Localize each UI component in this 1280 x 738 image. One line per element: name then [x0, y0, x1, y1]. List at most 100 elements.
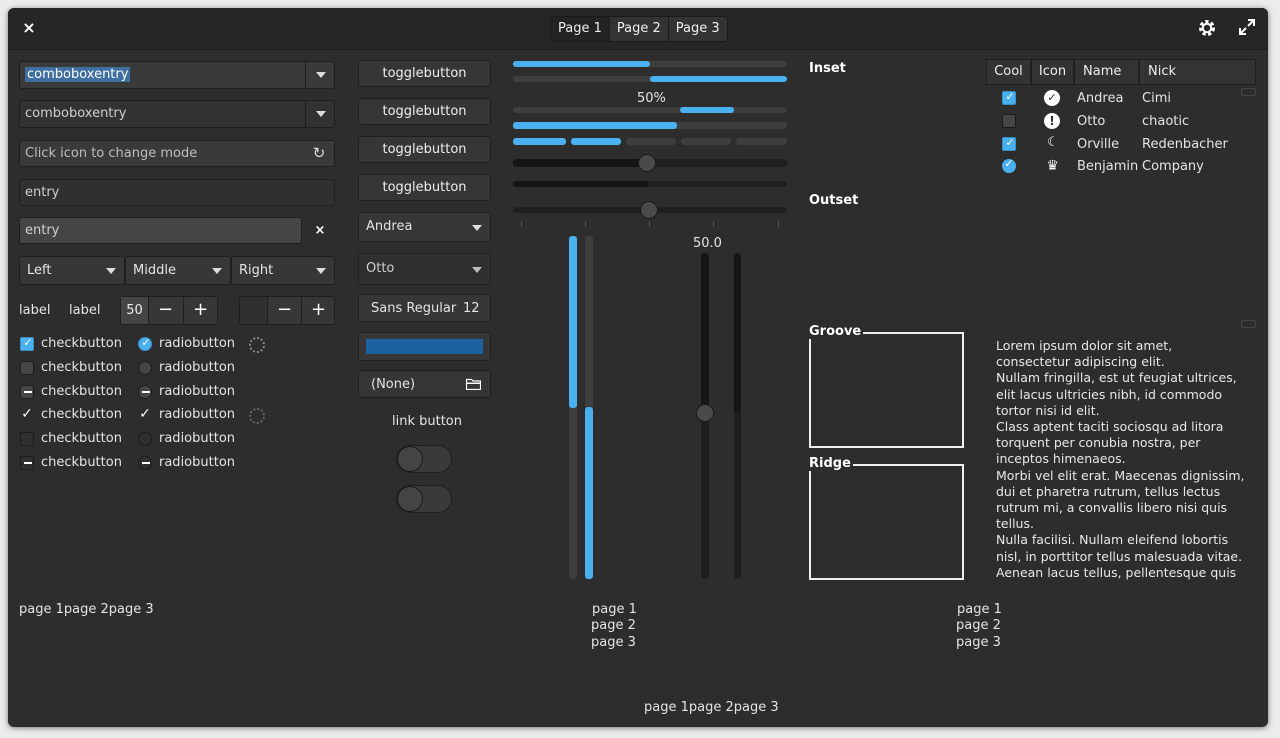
- scale-2-fill: [513, 181, 648, 187]
- check-circle-icon: ✓: [1044, 90, 1060, 106]
- switch-2-knob: [397, 486, 423, 512]
- togglebutton-2[interactable]: togglebutton: [358, 98, 491, 125]
- combobox-2-dropdown[interactable]: [305, 100, 335, 128]
- radiobutton-6-circle[interactable]: [138, 456, 152, 470]
- combo-left[interactable]: Left: [19, 256, 125, 285]
- checkbutton-1-label[interactable]: checkbutton: [41, 336, 122, 351]
- spinbutton-1-value[interactable]: 50: [121, 297, 148, 324]
- togglebutton-4[interactable]: togglebutton: [358, 174, 491, 201]
- switch-1-knob: [397, 446, 423, 472]
- row-4-nick: Company: [1142, 159, 1204, 174]
- scale-3-knob[interactable]: [640, 201, 658, 219]
- vertical-progress-2-fill: [585, 407, 593, 579]
- spinbutton-1[interactable]: 50 − +: [120, 296, 218, 325]
- check-icon: ✓: [1005, 90, 1015, 103]
- checkbutton-1-box[interactable]: ✓: [20, 336, 34, 351]
- chevron-down-icon: [472, 225, 482, 231]
- check-icon: ✓: [1005, 136, 1015, 149]
- link-button[interactable]: link button: [392, 414, 462, 429]
- checkbutton-2-label[interactable]: checkbutton: [41, 360, 122, 375]
- radiobutton-1-circle[interactable]: ✓: [138, 336, 152, 351]
- check-icon: ✓: [141, 336, 151, 349]
- combobox-entry-2-text: comboboxentry: [25, 106, 127, 121]
- checkbutton-5-box[interactable]: [20, 432, 34, 446]
- spinbutton-1-plus[interactable]: +: [183, 297, 217, 324]
- switch-2[interactable]: [396, 485, 452, 513]
- file-chooser-button[interactable]: (None): [358, 370, 491, 398]
- entry-1[interactable]: entry: [19, 179, 335, 206]
- row-4-cool-checkbox[interactable]: ✓: [1002, 157, 1016, 173]
- switch-1[interactable]: [396, 445, 452, 473]
- checkbutton-6-label[interactable]: checkbutton: [41, 455, 122, 470]
- combo-middle[interactable]: Middle: [125, 256, 231, 285]
- font-button[interactable]: Sans Regular 12: [358, 294, 491, 322]
- spinbutton-2-minus[interactable]: −: [267, 297, 301, 324]
- radiobutton-3-circle[interactable]: [138, 385, 152, 399]
- dash-icon: [142, 462, 150, 464]
- close-icon[interactable]: ×: [20, 19, 38, 37]
- checkbutton-5-label[interactable]: checkbutton: [41, 431, 122, 446]
- mode-entry[interactable]: Click icon to change mode: [19, 140, 335, 167]
- column-header-name[interactable]: Name: [1074, 59, 1139, 85]
- column-header-nick[interactable]: Nick: [1139, 59, 1256, 85]
- checkbutton-6-box[interactable]: [20, 456, 34, 470]
- combo-otto[interactable]: Otto: [358, 253, 491, 285]
- checkbutton-3-box[interactable]: [20, 385, 34, 399]
- scrollbar-indicator[interactable]: [1241, 88, 1256, 96]
- color-button[interactable]: [358, 332, 491, 361]
- radiobutton-5-label[interactable]: radiobutton: [159, 431, 235, 446]
- entry-2[interactable]: entry: [19, 217, 302, 244]
- combo-right[interactable]: Right: [231, 256, 335, 285]
- row-3-cool-checkbox[interactable]: ✓: [1002, 136, 1016, 151]
- radiobutton-6-label[interactable]: radiobutton: [159, 455, 235, 470]
- togglebutton-1[interactable]: togglebutton: [358, 60, 491, 87]
- checkbutton-4-box[interactable]: ✓: [20, 406, 34, 422]
- checkbutton-3-label[interactable]: checkbutton: [41, 384, 122, 399]
- combobox-entry-2[interactable]: comboboxentry: [19, 100, 335, 128]
- text-paragraph: Class aptent taciti sociosqu ad litora t…: [996, 419, 1224, 467]
- togglebutton-3[interactable]: togglebutton: [358, 136, 491, 163]
- maximize-icon[interactable]: [1236, 18, 1258, 40]
- scale-3-tick: [713, 221, 714, 227]
- combo-andrea[interactable]: Andrea: [358, 212, 491, 242]
- frame-groove-title: Groove: [809, 324, 864, 339]
- gear-icon[interactable]: [1196, 18, 1218, 40]
- row-4-name: Benjamin: [1077, 159, 1139, 174]
- row-2-cool-checkbox[interactable]: [1002, 114, 1016, 128]
- combobox-1-dropdown[interactable]: [305, 61, 335, 89]
- column-header-cool[interactable]: Cool: [986, 59, 1031, 85]
- combobox-entry-1[interactable]: comboboxentry: [19, 61, 335, 89]
- header-bar: × Page 1 Page 2 Page 3: [8, 8, 1268, 50]
- radiobutton-4-label[interactable]: radiobutton: [159, 407, 235, 422]
- refresh-icon[interactable]: ↻: [311, 145, 327, 161]
- stack-page-1-label-right: page 1: [957, 602, 1002, 617]
- tab-page-1[interactable]: Page 1: [551, 17, 610, 41]
- row-1-cool-checkbox[interactable]: ✓: [1002, 90, 1016, 105]
- text-paragraph: Nulla facilisi. Nullam eleifend lobortis…: [996, 532, 1243, 564]
- checkbutton-4-label[interactable]: checkbutton: [41, 407, 122, 422]
- tab-page-3[interactable]: Page 3: [668, 17, 727, 41]
- scale-1-knob[interactable]: [638, 154, 656, 172]
- vertical-scale-1-knob[interactable]: [696, 404, 714, 422]
- spinbutton-1-minus[interactable]: −: [148, 297, 182, 324]
- spinbutton-2[interactable]: − +: [239, 296, 335, 325]
- exclamation-circle-icon: !: [1044, 113, 1060, 129]
- clear-icon[interactable]: ×: [305, 217, 335, 244]
- scale-3-tick: [778, 221, 779, 227]
- spinbutton-2-plus[interactable]: +: [301, 297, 335, 324]
- checkbutton-2-box[interactable]: [20, 361, 34, 375]
- scrollbar-indicator[interactable]: [1241, 320, 1256, 328]
- frame-groove: [809, 332, 964, 448]
- radiobutton-2-circle[interactable]: [138, 361, 152, 375]
- radiobutton-3-label[interactable]: radiobutton: [159, 384, 235, 399]
- radiobutton-2-label[interactable]: radiobutton: [159, 360, 235, 375]
- radiobutton-5-circle[interactable]: [138, 432, 152, 446]
- column-header-icon[interactable]: Icon: [1031, 59, 1074, 85]
- spinbutton-2-value[interactable]: [240, 297, 267, 324]
- radiobutton-4-circle[interactable]: ✓: [138, 406, 152, 422]
- chevron-down-icon: [212, 268, 222, 274]
- row-1-nick: Cimi: [1142, 91, 1171, 106]
- radiobutton-1-label[interactable]: radiobutton: [159, 336, 235, 351]
- text-view[interactable]: Lorem ipsum dolor sit amet, consectetur …: [996, 338, 1246, 581]
- tab-page-2[interactable]: Page 2: [609, 17, 669, 41]
